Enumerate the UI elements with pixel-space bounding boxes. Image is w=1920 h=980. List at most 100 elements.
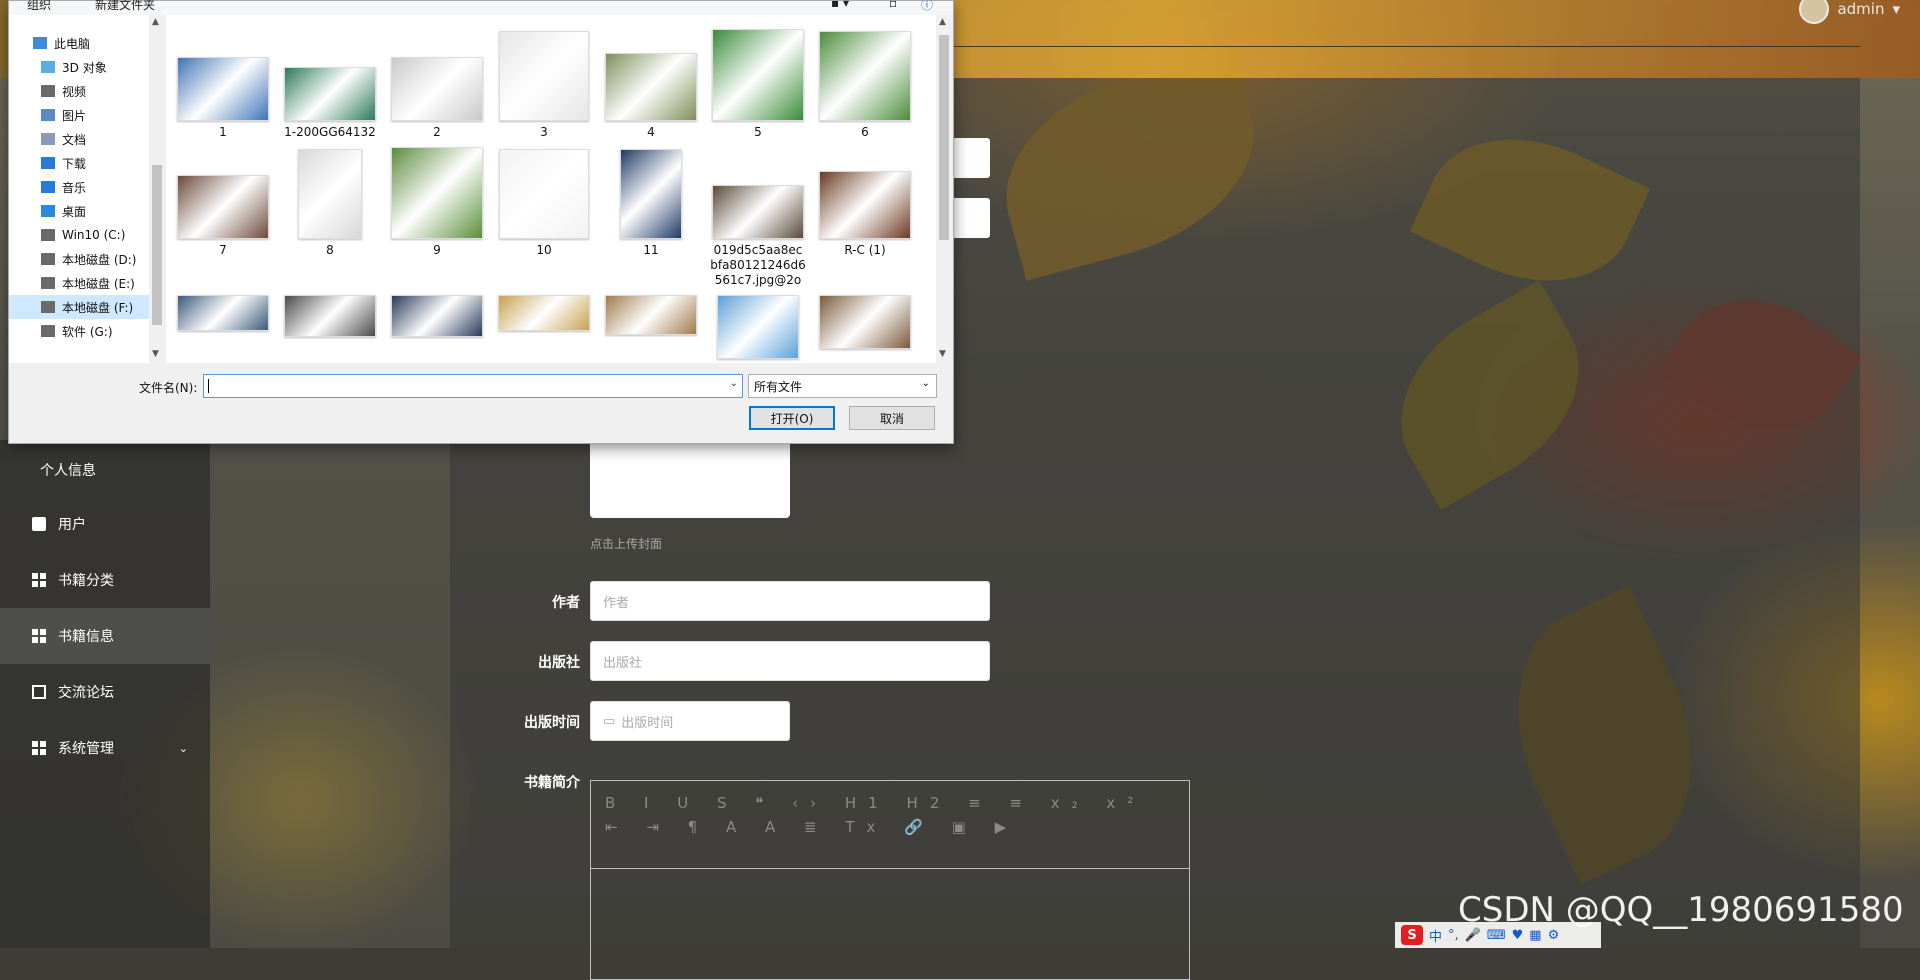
editor-toolbar[interactable]: B I U S ❝ ‹› H1 H2 ≡ ≡ x₂ x² ⇤ ⇥ ¶ A A ≣… bbox=[591, 781, 1189, 869]
scroll-up-icon[interactable]: ▲ bbox=[152, 17, 159, 27]
nav-item-label: 视频 bbox=[62, 84, 87, 99]
nav-item[interactable]: 下载 bbox=[9, 151, 149, 175]
file-item[interactable] bbox=[277, 295, 383, 337]
scroll-down-icon[interactable]: ▼ bbox=[152, 349, 159, 359]
file-item[interactable] bbox=[170, 295, 276, 331]
chevron-down-icon: ⌄ bbox=[921, 378, 930, 389]
new-folder-button[interactable]: 新建文件夹 bbox=[95, 0, 155, 13]
chevron-down-icon[interactable]: ⌄ bbox=[730, 378, 738, 389]
file-name: 11 bbox=[643, 243, 659, 257]
nav-item[interactable]: 本地磁盘 (F:) bbox=[9, 295, 149, 319]
image-thumbnail bbox=[298, 149, 362, 239]
user-menu[interactable]: admin ▾ bbox=[1799, 0, 1900, 24]
file-item[interactable]: 7 bbox=[170, 175, 276, 258]
image-thumbnail bbox=[605, 53, 697, 121]
drive-icon bbox=[41, 301, 55, 313]
nav-item[interactable]: 本地磁盘 (E:) bbox=[9, 271, 149, 295]
sidebar-item-book-category[interactable]: 书籍分类 bbox=[0, 552, 210, 608]
ime-mode[interactable]: 中 bbox=[1429, 926, 1442, 945]
file-item[interactable] bbox=[812, 295, 918, 349]
scroll-up-icon[interactable]: ▲ bbox=[939, 17, 946, 27]
cover-upload-box[interactable] bbox=[590, 440, 790, 518]
form-input-partial[interactable] bbox=[950, 138, 990, 178]
image-thumbnail bbox=[819, 31, 911, 121]
file-item[interactable]: 3 bbox=[491, 31, 597, 140]
file-name: 5 bbox=[754, 125, 762, 139]
open-button[interactable]: 打开(O) bbox=[749, 406, 835, 430]
sidebar-item-users[interactable]: 用户 bbox=[0, 496, 210, 552]
video-icon bbox=[41, 85, 55, 97]
nav-item[interactable]: 此电脑 bbox=[9, 31, 149, 55]
drive-icon bbox=[41, 229, 55, 241]
file-item[interactable]: 10 bbox=[491, 149, 597, 258]
file-item[interactable]: 019d5c5aa8ecbfa80121246d6561c7.jpg@2o bbox=[705, 185, 811, 288]
cover-upload-hint[interactable]: 点击上传封面 bbox=[590, 535, 662, 552]
filetype-select[interactable]: 所有文件 ⌄ bbox=[748, 374, 937, 398]
grid-icon bbox=[32, 573, 46, 587]
nav-item[interactable]: 文档 bbox=[9, 127, 149, 151]
image-thumbnail bbox=[177, 295, 269, 331]
nav-item[interactable]: 音乐 bbox=[9, 175, 149, 199]
file-item[interactable]: R-C (1) bbox=[812, 171, 918, 258]
pubdate-input[interactable]: ▭ 出版时间 bbox=[590, 701, 790, 741]
file-name: 4 bbox=[647, 125, 655, 139]
image-thumbnail bbox=[819, 295, 911, 349]
file-name: 8 bbox=[326, 243, 334, 257]
nav-item[interactable]: 网络 bbox=[9, 357, 149, 364]
file-name: 10 bbox=[536, 243, 552, 257]
organize-button[interactable]: 组织 bbox=[27, 0, 51, 13]
file-item[interactable] bbox=[598, 295, 704, 335]
sidebar-item-system[interactable]: 系统管理 ⌄ bbox=[0, 720, 210, 776]
file-item[interactable]: 8 bbox=[277, 149, 383, 258]
nav-item[interactable]: 3D 对象 bbox=[9, 55, 149, 79]
preview-pane-icon[interactable]: ▫ bbox=[889, 0, 897, 10]
file-item[interactable] bbox=[491, 295, 597, 331]
sidebar-item-book-info[interactable]: 书籍信息 bbox=[0, 608, 210, 664]
author-input[interactable]: 作者 bbox=[590, 581, 990, 621]
file-item[interactable]: 2 bbox=[384, 57, 490, 140]
navigation-pane: 此电脑 3D 对象 视频 图片 文档 下载 音乐 桌面 Win10 (C:) 本地磁盘 (D:) 本… bbox=[9, 15, 150, 363]
image-thumbnail bbox=[717, 295, 799, 359]
scroll-down-icon[interactable]: ▼ bbox=[939, 349, 946, 359]
nav-item[interactable]: 桌面 bbox=[9, 199, 149, 223]
cube-icon bbox=[41, 61, 55, 73]
grid-icon bbox=[32, 629, 46, 643]
file-item[interactable]: 11 bbox=[598, 149, 704, 258]
file-item[interactable] bbox=[384, 295, 490, 337]
publisher-input[interactable]: 出版社 bbox=[590, 641, 990, 681]
form-input-partial[interactable] bbox=[950, 198, 990, 238]
nav-item[interactable]: 本地磁盘 (D:) bbox=[9, 247, 149, 271]
filename-input[interactable]: ⌄ bbox=[203, 374, 743, 398]
image-thumbnail bbox=[177, 175, 269, 239]
scrollbar-thumb[interactable] bbox=[939, 35, 949, 240]
file-list-scrollbar[interactable]: ▲ ▼ bbox=[936, 15, 952, 363]
clipboard-icon bbox=[32, 517, 46, 531]
nav-item[interactable]: 软件 (G:) bbox=[9, 319, 149, 343]
file-list: 1 1-200GG64132 2 3 4 5 6 7 8 9 10 11 019d5c5aa8ecbfa… bbox=[166, 15, 936, 363]
pubdate-label: 出版时间 bbox=[524, 715, 580, 731]
nav-item[interactable]: Win10 (C:) bbox=[9, 223, 149, 247]
nav-item[interactable]: 图片 bbox=[9, 103, 149, 127]
file-item[interactable] bbox=[705, 295, 811, 359]
file-item[interactable]: 9 bbox=[384, 147, 490, 258]
rich-text-editor[interactable]: B I U S ❝ ‹› H1 H2 ≡ ≡ x₂ x² ⇤ ⇥ ¶ A A ≣… bbox=[590, 780, 1190, 980]
sidebar-item-label: 交流论坛 bbox=[58, 685, 114, 701]
file-item[interactable]: 4 bbox=[598, 53, 704, 140]
file-item[interactable]: 1 bbox=[170, 57, 276, 140]
file-item[interactable]: 1-200GG64132 bbox=[277, 67, 383, 140]
file-item[interactable]: 5 bbox=[705, 29, 811, 140]
nav-item-label: 桌面 bbox=[62, 204, 87, 219]
avatar bbox=[1799, 0, 1830, 24]
header-divider bbox=[940, 46, 1860, 47]
chevron-down-icon: ▾ bbox=[1892, 0, 1900, 18]
scrollbar-thumb[interactable] bbox=[152, 165, 162, 325]
image-thumbnail bbox=[620, 149, 682, 239]
file-item[interactable]: 6 bbox=[812, 31, 918, 140]
sidebar-item-forum[interactable]: 交流论坛 bbox=[0, 664, 210, 720]
view-icon[interactable]: ▪ ▾ bbox=[831, 0, 849, 10]
cancel-button[interactable]: 取消 bbox=[849, 406, 935, 430]
nav-item[interactable]: 视频 bbox=[9, 79, 149, 103]
nav-scrollbar[interactable]: ▲ ▼ bbox=[149, 15, 165, 363]
sidebar-item-profile[interactable]: 个人信息 bbox=[40, 460, 96, 480]
help-icon[interactable]: ⓘ bbox=[921, 0, 933, 13]
